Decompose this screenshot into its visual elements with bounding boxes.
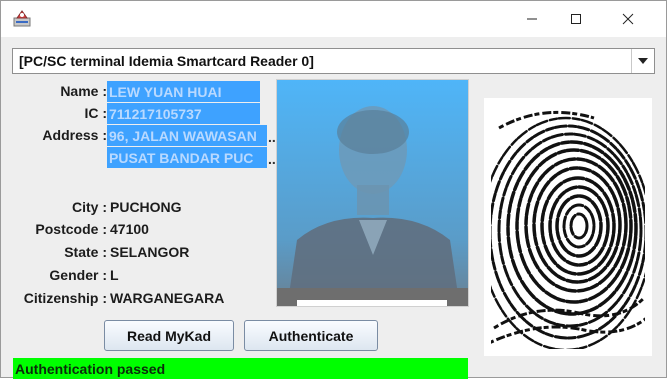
fingerprint-icon — [484, 98, 652, 356]
ic-label: IC : — [84, 105, 107, 121]
reader-select-value: [PC/SC terminal Idemia Smartcard Reader … — [19, 53, 314, 69]
status-bar: Authentication passed — [13, 358, 468, 379]
status-text: Authentication passed — [15, 361, 166, 377]
chevron-down-icon — [638, 58, 648, 64]
mykad-reader-window: [PC/SC terminal Idemia Smartcard Reader … — [0, 0, 667, 379]
ic-value: 711217105737 — [107, 103, 260, 124]
name-label: Name : — [60, 83, 107, 99]
title-bar — [1, 1, 666, 37]
read-mykad-button[interactable]: Read MyKad — [104, 320, 234, 351]
fingerprint-image — [484, 98, 652, 356]
citizenship-label: Citizenship : — [23, 290, 107, 306]
address-label: Address : — [42, 127, 107, 143]
postcode-label: Postcode : — [35, 221, 107, 237]
reader-select[interactable]: [PC/SC terminal Idemia Smartcard Reader … — [12, 48, 655, 74]
address-line2-value: PUSAT BANDAR PUC — [107, 147, 267, 168]
reader-dropdown-button[interactable] — [631, 49, 654, 73]
close-button[interactable] — [605, 1, 651, 37]
postcode-value: 47100 — [110, 221, 149, 237]
citizenship-value: WARGANEGARA — [110, 290, 225, 306]
city-label: City : — [72, 199, 107, 215]
state-label: State : — [64, 244, 107, 260]
authenticate-button[interactable]: Authenticate — [244, 320, 378, 351]
id-photo — [276, 79, 469, 307]
card-reader-app-icon — [13, 9, 31, 27]
state-value: SELANGOR — [110, 244, 190, 260]
maximize-icon — [571, 14, 581, 24]
gender-value: L — [110, 267, 119, 283]
address-line1-ellipsis: .. — [268, 129, 276, 145]
maximize-button[interactable] — [553, 1, 599, 37]
gender-label: Gender : — [49, 267, 107, 283]
person-silhouette-icon — [277, 80, 468, 306]
name-value: LEW YUAN HUAI — [107, 81, 260, 102]
address-line1-value: 96, JALAN WAWASAN — [107, 125, 267, 146]
address-line2-ellipsis: .. — [268, 151, 276, 167]
close-icon — [622, 13, 634, 25]
minimize-icon — [527, 18, 537, 20]
city-value: PUCHONG — [110, 199, 182, 215]
minimize-button[interactable] — [509, 1, 555, 37]
